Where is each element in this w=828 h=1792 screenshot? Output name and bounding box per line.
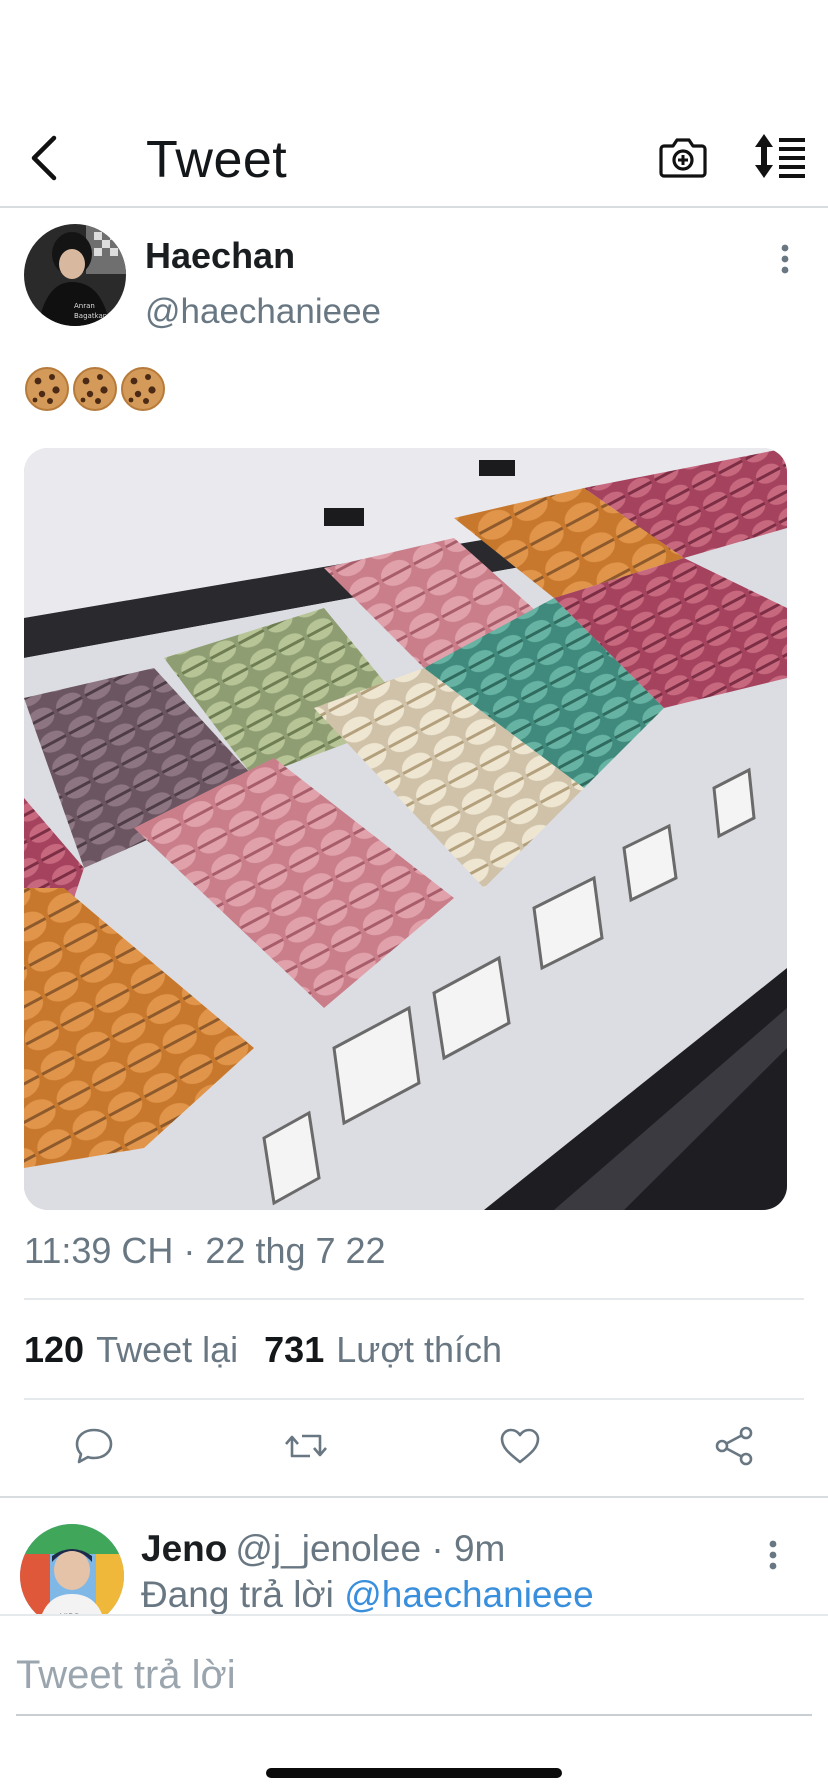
tweet-more-button[interactable] <box>772 240 798 280</box>
retweets-label: Tweet lại <box>96 1329 239 1370</box>
reply-author-avatar[interactable]: YIPS <box>20 1524 124 1628</box>
reply-item[interactable]: YIPS Jeno@j_jenolee · 9m Đang trả lời @h… <box>0 1522 828 1628</box>
compose-reply-bar <box>0 1614 828 1792</box>
home-indicator[interactable] <box>266 1768 562 1778</box>
tweet-header: Anran Bagatkan Haechan @haechanieee <box>0 224 828 334</box>
reply-display-name[interactable]: Jeno <box>141 1528 227 1569</box>
reply-handle[interactable]: @j_jenolee <box>235 1528 421 1569</box>
reply-header: Jeno @j_jenolee · 9m <box>141 1526 505 1572</box>
tweet-text <box>24 366 166 420</box>
camera-button[interactable] <box>658 130 708 186</box>
retweets-stat[interactable]: 120 Tweet lại <box>24 1326 238 1374</box>
chevron-left-icon <box>31 135 57 181</box>
page-title: Tweet <box>146 131 288 189</box>
cookie-icon <box>73 367 117 411</box>
share-icon <box>715 1426 753 1466</box>
divider <box>24 1298 804 1300</box>
reply-time: 9m <box>453 1528 506 1569</box>
tweet-timestamp: 11:39 CH · 22 thg 7 22 <box>24 1230 386 1271</box>
svg-text:Anran: Anran <box>74 302 95 310</box>
more-vertical-icon <box>781 244 789 274</box>
sort-button[interactable] <box>752 130 808 186</box>
svg-text:Bagatkan: Bagatkan <box>74 312 107 320</box>
reply-input[interactable] <box>16 1634 812 1716</box>
likes-stat[interactable]: 731 Lượt thích <box>264 1326 502 1374</box>
likes-count: 731 <box>264 1329 325 1370</box>
tweet-actions <box>0 1424 828 1480</box>
replying-to: Đang trả lời @haechanieee <box>141 1572 594 1618</box>
replying-to-mention[interactable]: @haechanieee <box>344 1574 593 1615</box>
author-avatar[interactable]: Anran Bagatkan <box>24 224 126 326</box>
divider <box>24 1398 804 1400</box>
reply-button[interactable] <box>72 1424 116 1468</box>
tweet-media-image[interactable] <box>24 448 787 1210</box>
like-button[interactable] <box>498 1424 542 1468</box>
tweet-stats: 120 Tweet lại 731 Lượt thích <box>24 1326 502 1374</box>
likes-label: Lượt thích <box>336 1329 503 1370</box>
retweet-button[interactable] <box>284 1424 328 1468</box>
retweet-icon <box>285 1434 327 1458</box>
section-divider <box>0 1496 828 1498</box>
author-display-name[interactable]: Haechan <box>145 234 295 278</box>
back-button[interactable] <box>24 130 64 186</box>
cookie-icon <box>121 367 165 411</box>
reply-separator: · <box>431 1528 444 1569</box>
navigation-bar: Tweet <box>0 110 828 208</box>
camera-plus-icon <box>659 138 707 178</box>
status-bar-area <box>0 0 828 110</box>
reply-icon <box>75 1428 113 1464</box>
cookie-icon <box>25 367 69 411</box>
input-underline <box>16 1714 812 1716</box>
author-handle[interactable]: @haechanieee <box>145 290 381 334</box>
like-icon <box>500 1428 540 1464</box>
sort-list-icon <box>755 134 805 178</box>
share-button[interactable] <box>712 1424 756 1468</box>
retweets-count: 120 <box>24 1329 85 1370</box>
more-vertical-icon <box>769 1540 777 1570</box>
replying-prefix: Đang trả lời <box>141 1574 334 1615</box>
reply-more-button[interactable] <box>760 1536 786 1576</box>
